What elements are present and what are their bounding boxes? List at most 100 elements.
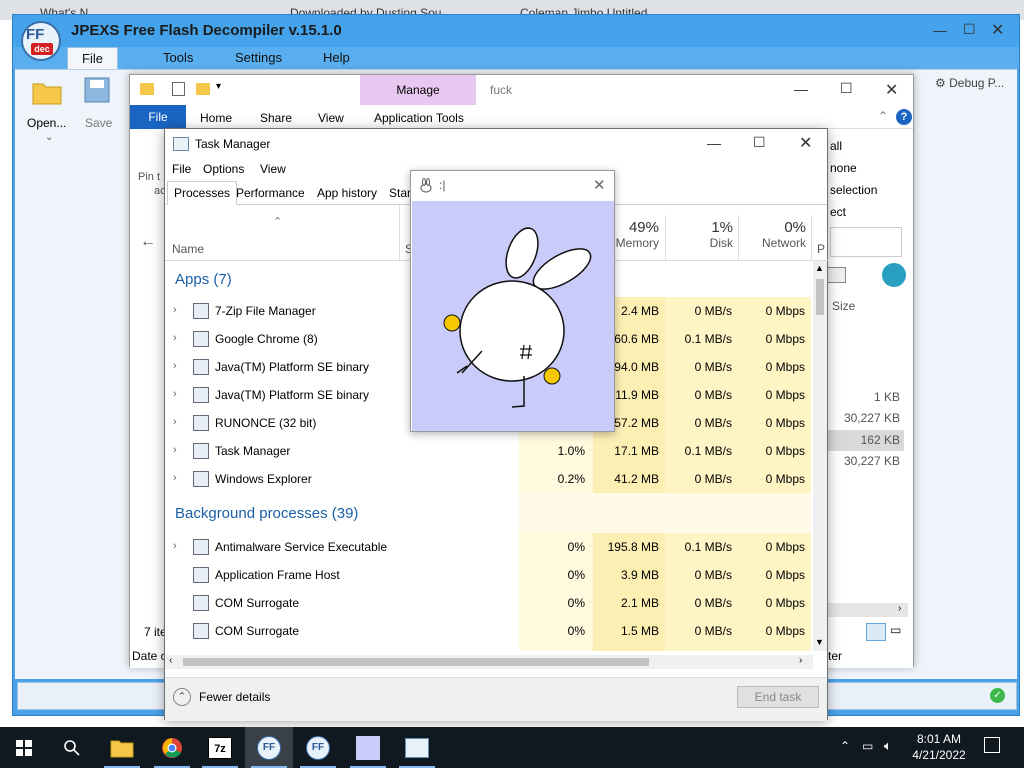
tab-view[interactable]: View — [318, 111, 344, 125]
column-name[interactable]: Name — [172, 242, 204, 256]
minimize-button[interactable]: — — [794, 81, 808, 97]
menu-settings[interactable]: Settings — [235, 50, 282, 65]
process-network: 0 Mbps — [765, 596, 805, 610]
network-icon[interactable]: ▭ — [862, 739, 873, 753]
process-row[interactable]: COM Surrogate 0% 2.1 MB 0 MB/s 0 Mbps — [165, 589, 815, 617]
bunny-taskbar-button[interactable] — [344, 727, 392, 768]
expand-icon[interactable]: › — [173, 444, 177, 456]
background-section-header[interactable]: Background processes (39) — [175, 505, 358, 522]
process-name: 7-Zip File Manager — [215, 304, 316, 318]
column-disk[interactable]: 1% Disk — [665, 219, 733, 250]
scroll-up-icon[interactable]: ▲ — [815, 263, 824, 273]
scroll-right-icon[interactable]: › — [898, 603, 901, 614]
minimize-button[interactable]: — — [707, 135, 721, 151]
chevron-up-icon[interactable]: ⌃ — [878, 109, 888, 123]
close-button[interactable]: ✕ — [593, 176, 606, 194]
tab-home[interactable]: Home — [200, 111, 232, 125]
expand-icon[interactable]: › — [173, 332, 177, 344]
search-input[interactable] — [830, 227, 902, 257]
expand-icon[interactable]: › — [173, 472, 177, 484]
horizontal-scrollbar[interactable] — [826, 603, 908, 617]
tab-processes[interactable]: Processes — [167, 181, 238, 205]
menu-help[interactable]: Help — [323, 50, 350, 65]
vertical-scrollbar[interactable]: ▲ ▼ — [813, 261, 827, 651]
end-task-button[interactable]: End task — [737, 686, 819, 708]
manage-tab[interactable]: Manage — [360, 75, 476, 105]
sort-arrow-icon: ⌃ — [273, 216, 283, 228]
select-none[interactable]: none — [830, 161, 857, 175]
menu-file[interactable]: File — [172, 162, 191, 176]
expand-icon[interactable]: › — [173, 304, 177, 316]
select-all[interactable]: all — [830, 139, 842, 153]
close-button[interactable]: ✕ — [991, 20, 1004, 40]
horizontal-scrollbar[interactable]: ‹ › — [165, 655, 813, 669]
show-hidden-icons-icon[interactable]: ⌃ — [840, 739, 850, 753]
close-button[interactable]: ✕ — [799, 133, 812, 153]
scroll-thumb[interactable] — [183, 658, 649, 666]
chevron-up-circle-icon[interactable]: ⌃ — [173, 688, 191, 706]
tab-share[interactable]: Share — [260, 111, 292, 125]
chevron-down-icon[interactable]: ⌄ — [45, 132, 53, 143]
maximize-button[interactable]: ☐ — [963, 21, 976, 38]
chrome-taskbar-button[interactable] — [148, 727, 196, 768]
tab-file[interactable]: File — [130, 105, 186, 129]
debug-button[interactable]: ⚙ Debug P... — [935, 76, 1004, 90]
shell-icon[interactable] — [882, 263, 906, 287]
process-row[interactable]: COM Surrogate 0% 1.5 MB 0 MB/s 0 Mbps — [165, 617, 815, 645]
expand-icon[interactable]: › — [173, 416, 177, 428]
ffdec-taskbar-button-2[interactable]: FF — [294, 727, 342, 768]
column-power[interactable]: P — [817, 242, 825, 256]
notification-icon[interactable] — [984, 737, 1000, 753]
process-row[interactable]: › Antimalware Service Executable 0% 195.8 M… — [165, 533, 815, 561]
expand-icon[interactable]: › — [173, 360, 177, 372]
invert-selection[interactable]: selection — [830, 183, 877, 197]
task-manager-taskbar-button[interactable] — [393, 727, 441, 768]
file-explorer-taskbar-button[interactable] — [98, 727, 146, 768]
maximize-button[interactable]: ☐ — [840, 80, 853, 97]
scroll-down-icon[interactable]: ▼ — [815, 637, 824, 647]
start-button[interactable] — [0, 727, 48, 768]
menu-file[interactable]: File — [67, 47, 118, 69]
new-folder-icon[interactable] — [196, 83, 210, 95]
menu-options[interactable]: Options — [203, 162, 244, 176]
process-cpu: 1.0% — [557, 444, 585, 458]
maximize-button[interactable]: ☐ — [753, 134, 766, 151]
process-row[interactable]: › Task Manager 1.0% 17.1 MB 0.1 MB/s 0 Mbps — [165, 437, 815, 465]
details-view-icon[interactable] — [866, 623, 886, 641]
back-arrow-icon[interactable]: ← — [140, 233, 156, 251]
help-icon[interactable]: ? — [896, 109, 912, 125]
open-button[interactable]: Open... — [27, 116, 66, 130]
large-icons-view-icon[interactable]: ▭ — [890, 623, 908, 641]
save-button[interactable]: Save — [85, 116, 112, 130]
scroll-thumb[interactable] — [816, 279, 824, 315]
tab-performance[interactable]: Performance — [229, 181, 312, 205]
pin-label[interactable]: Pin t — [138, 171, 160, 183]
volume-icon[interactable]: 🔈︎ — [884, 738, 892, 754]
ffdec-icon: FF — [257, 735, 281, 760]
menu-view[interactable]: View — [260, 162, 286, 176]
process-cpu: 0% — [567, 568, 585, 582]
process-row[interactable]: Application Frame Host 0% 3.9 MB 0 MB/s 0 Mb… — [165, 561, 815, 589]
tab-app-history[interactable]: App history — [310, 181, 384, 205]
apps-section-header[interactable]: Apps (7) — [175, 271, 232, 288]
tab-application-tools[interactable]: Application Tools — [374, 111, 464, 125]
size-column-header[interactable]: Size — [832, 299, 855, 313]
close-button[interactable]: ✕ — [885, 80, 898, 100]
process-row[interactable]: › Windows Explorer 0.2% 41.2 MB 0 MB/s 0 Mbps — [165, 465, 815, 493]
expand-icon[interactable]: › — [173, 388, 177, 400]
quick-access-dropdown-icon[interactable]: ▾ — [216, 81, 221, 92]
clock[interactable]: 8:01 AM 4/21/2022 — [906, 731, 972, 763]
menu-tools[interactable]: Tools — [163, 50, 193, 65]
search-button[interactable] — [48, 727, 96, 768]
fewer-details-button[interactable]: Fewer details — [199, 690, 270, 704]
column-network[interactable]: 0% Network — [738, 219, 806, 250]
open-folder-icon[interactable] — [31, 76, 63, 106]
properties-icon[interactable] — [172, 82, 185, 96]
minimize-button[interactable]: — — [933, 22, 947, 38]
save-icon[interactable] — [83, 76, 111, 106]
scroll-left-icon[interactable]: ‹ — [169, 655, 172, 666]
expand-icon[interactable]: › — [173, 540, 177, 552]
scroll-right-icon[interactable]: › — [799, 655, 802, 666]
7zip-taskbar-button[interactable]: 7z — [196, 727, 244, 768]
ffdec-taskbar-button[interactable]: FF — [245, 727, 293, 768]
